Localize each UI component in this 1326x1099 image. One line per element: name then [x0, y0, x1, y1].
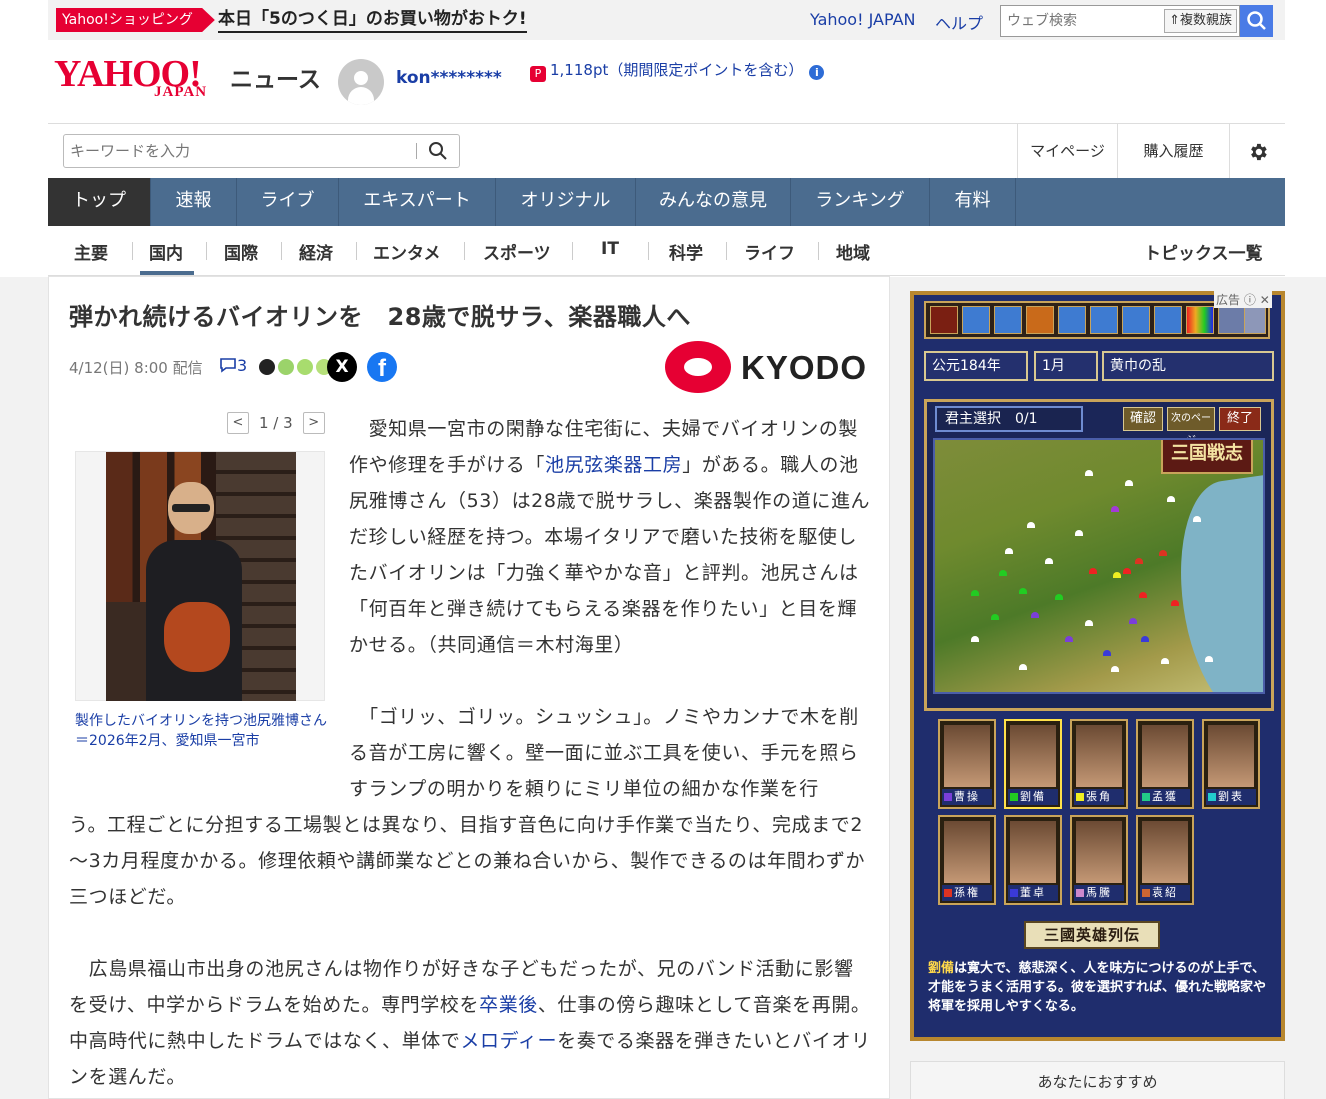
share-facebook-button[interactable]: f [367, 352, 397, 382]
photo-caption[interactable]: 製作したバイオリンを持つ池尻雅博さん＝2026年2月、愛知県一宮市 [75, 711, 329, 751]
ad-event: 黄巾の乱 [1102, 351, 1274, 381]
purchase-history-link[interactable]: 購入履歴 [1117, 124, 1229, 178]
ad-month: 1月 [1034, 351, 1098, 381]
active-tab-indicator [140, 271, 194, 275]
subnav-sports[interactable]: スポーツ [483, 239, 551, 264]
lord-meng-huo[interactable]: 孟獲 [1136, 719, 1194, 809]
nav-expert[interactable]: エキスパート [339, 178, 496, 226]
lord-zhang-jiao[interactable]: 張角 [1070, 719, 1128, 809]
subnav-domestic[interactable]: 国内 [149, 239, 183, 264]
settings-button[interactable] [1229, 124, 1285, 178]
lord-ma-teng[interactable]: 馬騰 [1070, 815, 1128, 905]
next-image-button[interactable]: > [302, 412, 325, 434]
article-paragraph: う。工程ごとに分担する工場製とは異なり、目指す音色に向け手作業で当たり、完成まで… [69, 814, 866, 908]
arrow-up-icon: ⇑ [1169, 13, 1180, 28]
lord-yuan-shao[interactable]: 袁紹 [1136, 815, 1194, 905]
web-search-input[interactable] [1001, 6, 1151, 36]
image-pager: <1 / 3 > [227, 412, 325, 434]
graduation-link[interactable]: 卒業後 [479, 994, 538, 1016]
main-nav: トップ 速報 ライブ エキスパート オリジナル みんなの意見 ランキング 有料 [48, 178, 1285, 226]
ad-era: 公元184年 [924, 351, 1028, 381]
news-search-bar: マイページ 購入履歴 [48, 123, 1285, 178]
paypay-point-icon: P [530, 66, 546, 82]
topics-list-link[interactable]: トピックス一覧 [1144, 239, 1263, 264]
web-search-box: ⇑複数親族 [1000, 5, 1240, 37]
promo-link[interactable]: 本日「5のつく日」のお買い物がおトク! [218, 7, 527, 33]
avatar[interactable] [338, 59, 384, 105]
subnav-international[interactable]: 国際 [224, 239, 258, 264]
points-link[interactable]: P 1,118pt（期間限定ポイントを含む） i [530, 59, 825, 82]
article-headline: 弾かれ続けるバイオリンを 28歳で脱サラ、楽器職人へ [69, 303, 691, 331]
lord-liu-bei[interactable]: 劉備 [1004, 719, 1062, 809]
lord-cao-cao[interactable]: 曹操 [938, 719, 996, 809]
ad-end-button[interactable]: 終了 [1219, 407, 1261, 431]
publish-date: 4/12(日) 8:00 配信 [69, 359, 203, 377]
subnav-entertainment[interactable]: エンタメ [373, 239, 441, 264]
avatar [276, 357, 297, 377]
search-icon [1247, 11, 1266, 30]
news-logo-text[interactable]: ニュース [230, 60, 321, 94]
lord-liu-biao[interactable]: 劉表 [1202, 719, 1260, 809]
article-paragraph: 愛知県一宮市の閑静な住宅街に、夫婦でバイオリンの製作や修理を手がける「池尻弦楽器… [349, 418, 871, 656]
article-paragraph: 「ゴリッ、ゴリッ。シュッシュ」。ノミやカンナで木を削る音が工房に響く。壁一面に並… [349, 706, 859, 800]
web-search-button[interactable] [1240, 5, 1273, 37]
nav-top[interactable]: トップ [48, 178, 151, 226]
yahoo-japan-link[interactable]: Yahoo! JAPAN [810, 10, 916, 29]
nav-opinions[interactable]: みんなの意見 [636, 178, 791, 226]
close-icon[interactable]: ✕ [1260, 293, 1270, 307]
lord-dong-zhuo[interactable]: 董卓 [1004, 815, 1062, 905]
yahoo-logo[interactable]: YAHOO! JAPAN [54, 55, 206, 100]
nav-original[interactable]: オリジナル [496, 178, 636, 226]
username[interactable]: kon******** [396, 68, 502, 88]
ad-map: 三国戦志 [933, 438, 1265, 694]
ad-map-frame: 君主選択 0/1 確認 次のページ 終了 三国戦志 [924, 399, 1274, 711]
article-photo[interactable] [75, 451, 325, 701]
search-icon[interactable] [426, 139, 450, 163]
game-ad[interactable]: 公元184年 1月 黄巾の乱 君主選択 0/1 確認 次のページ 終了 三国戦志 [910, 291, 1285, 1041]
help-link[interactable]: ヘルプ [935, 10, 983, 34]
avatar [257, 357, 277, 377]
ad-description: 劉備は寛大で、慈悲深く、人を味方につけるのが上手で、才能をうまく活用する。彼を選… [928, 961, 1267, 1014]
ad-info-icon[interactable]: ⓘ [1244, 293, 1256, 307]
subnav-region[interactable]: 地域 [836, 239, 870, 264]
nav-paid[interactable]: 有料 [930, 178, 1016, 226]
sub-nav: 主要 国内 国際 経済 エンタメ スポーツ IT 科学 ライフ 地域 トピックス… [48, 226, 1285, 276]
shopping-tag[interactable]: Yahoo!ショッピング [56, 8, 215, 32]
article-paragraph: 広島県福山市出身の池尻さんは物作りが好きな子どもだったが、兄のバンド活動に影響を… [69, 958, 871, 1088]
keyword-search [63, 134, 460, 168]
ad-label[interactable]: 広告 ⓘ ✕ [1214, 291, 1272, 308]
nav-ranking[interactable]: ランキング [791, 178, 930, 226]
gear-icon [1250, 143, 1267, 160]
subnav-life[interactable]: ライフ [744, 239, 795, 264]
promo-bar: Yahoo!ショッピング 本日「5のつく日」のお買い物がおトク! Yahoo! … [48, 0, 1285, 40]
ad-game-title: 三国戦志 [1161, 440, 1253, 474]
subnav-science[interactable]: 科学 [669, 239, 703, 264]
reaction-avatars[interactable] [257, 357, 335, 381]
share-x-button[interactable]: X [327, 352, 357, 382]
article: 弾かれ続けるバイオリンを 28歳で脱サラ、楽器職人へ 4/12(日) 8:00 … [48, 276, 890, 1099]
comment-icon [220, 358, 236, 373]
info-icon[interactable]: i [809, 65, 825, 80]
recommended-header: あなたにおすすめ [910, 1061, 1285, 1099]
keyword-input[interactable] [64, 135, 414, 167]
nav-breaking[interactable]: 速報 [151, 178, 237, 226]
kids-search-button[interactable]: ⇑複数親族 [1164, 9, 1237, 33]
subnav-economy[interactable]: 経済 [299, 239, 333, 264]
avatar [295, 357, 316, 377]
lord-select-counter: 君主選択 0/1 [935, 406, 1083, 432]
subnav-main[interactable]: 主要 [74, 239, 108, 264]
workshop-link[interactable]: 池尻弦楽器工房 [545, 454, 682, 476]
subnav-it[interactable]: IT [601, 239, 619, 259]
mypage-link[interactable]: マイページ [1017, 124, 1117, 178]
ad-confirm-button[interactable]: 確認 [1123, 407, 1163, 431]
comment-link[interactable]: 3 [219, 356, 247, 375]
lord-sun-quan[interactable]: 孫権 [938, 815, 996, 905]
prev-image-button[interactable]: < [227, 412, 249, 434]
melody-link[interactable]: メロディー [460, 1030, 557, 1052]
ad-heroes-button[interactable]: 三國英雄列伝 [1024, 921, 1160, 949]
nav-live[interactable]: ライブ [237, 178, 339, 226]
ad-next-page-button[interactable]: 次のページ [1167, 407, 1215, 446]
